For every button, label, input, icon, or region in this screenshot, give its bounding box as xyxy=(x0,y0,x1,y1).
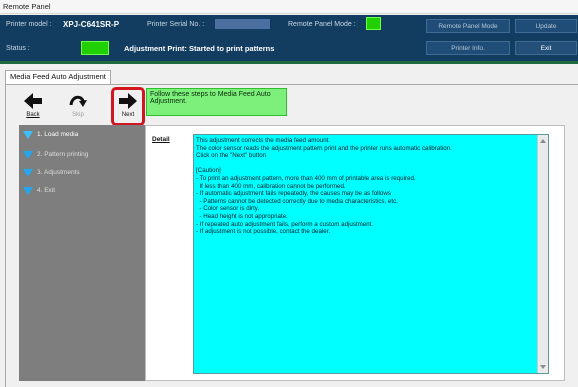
step-triangle-icon xyxy=(23,130,33,139)
back-button[interactable]: Back xyxy=(19,89,47,124)
printer-serial-label: Printer Serial No. : xyxy=(147,21,205,28)
step-label: 1. Load media xyxy=(37,131,79,138)
back-arrow-icon xyxy=(24,93,42,109)
step-triangle-icon xyxy=(23,186,33,195)
detail-scrollbar[interactable] xyxy=(537,135,548,373)
window-title: Remote Panel xyxy=(3,2,51,11)
step-triangle-icon xyxy=(23,168,33,177)
status-label: Status : xyxy=(6,45,30,52)
step-list: 1. Load media 2. Pattern printing 3. Adj… xyxy=(19,125,145,381)
header-divider xyxy=(0,61,578,64)
step-item-load-media: 1. Load media xyxy=(23,129,78,140)
skip-label: Skip xyxy=(72,112,84,118)
update-button[interactable]: Update xyxy=(515,19,577,33)
printer-info-button[interactable]: Printer Info. xyxy=(426,41,510,55)
skip-curved-arrow-icon xyxy=(69,95,87,107)
status-text: Adjustment Print: Started to print patte… xyxy=(124,44,275,53)
step-item-pattern-printing: 2. Pattern printing xyxy=(23,149,88,160)
window-titlebar: Remote Panel xyxy=(0,0,578,14)
remote-panel-mode-button[interactable]: Remote Panel Mode xyxy=(426,19,510,33)
remote-panel-mode-indicator xyxy=(366,17,381,30)
step-item-adjustments: 3. Adjustments xyxy=(23,167,80,178)
scroll-down-icon[interactable] xyxy=(540,365,546,369)
step-label: 3. Adjustments xyxy=(37,169,80,176)
remote-panel-mode-label: Remote Panel Mode : xyxy=(288,21,356,28)
step-label: 2. Pattern printing xyxy=(37,151,89,158)
tab-media-feed-auto-adjustment[interactable]: Media Feed Auto Adjustment xyxy=(5,70,111,84)
next-button[interactable]: Next xyxy=(111,87,145,126)
back-label: Back xyxy=(26,112,40,118)
wizard-toolbar: Back Skip Next xyxy=(19,87,146,126)
step-item-exit: 4. Exit xyxy=(23,185,55,196)
instruction-box: Follow these steps to Media Feed Auto Ad… xyxy=(146,88,287,116)
next-label: Next xyxy=(121,112,135,118)
next-arrow-icon xyxy=(119,93,137,109)
printer-serial-value xyxy=(215,19,270,29)
status-indicator xyxy=(81,41,109,55)
header-panel: Printer model : XPJ-C641SR-P Printer Ser… xyxy=(0,15,578,61)
detail-text: This adjustment corrects the media feed … xyxy=(196,137,452,236)
skip-button[interactable]: Skip xyxy=(64,89,92,124)
scroll-up-icon[interactable] xyxy=(540,139,546,143)
step-label: 4. Exit xyxy=(37,187,56,194)
step-triangle-icon xyxy=(23,150,33,159)
detail-heading: Detail xyxy=(152,136,170,143)
exit-button[interactable]: Exit xyxy=(515,41,577,55)
printer-model-value: XPJ-C641SR-P xyxy=(63,20,120,29)
printer-model-label: Printer model : xyxy=(6,21,52,28)
